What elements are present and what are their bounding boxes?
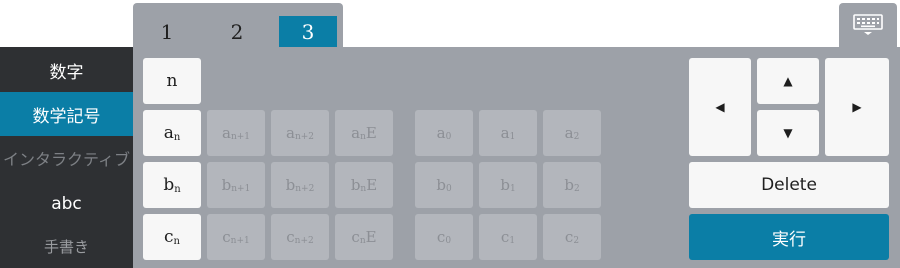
key-subscript: n+2 [295,184,315,194]
key-subscript: 2 [573,132,580,142]
key-subscript: 1 [509,184,516,194]
key-a-0: a0 [415,110,473,156]
key-b-2: b2 [543,162,601,208]
arrow-right-icon: ▶ [852,100,862,114]
key-subscript: 1 [509,236,516,246]
key-subscript: n [360,132,366,142]
key-c-n-e: cnE [335,214,393,260]
key-base: b [500,176,510,194]
key-base: c [500,228,510,246]
key-a-n-plus-1: a n+1 [207,110,265,156]
key-c-0: c0 [415,214,473,260]
key-base: c [436,228,446,246]
key-subscript: 0 [445,184,452,194]
key-b-n-plus-1: b n+1 [207,162,265,208]
delete-button[interactable]: Delete [689,162,889,208]
arrow-left-icon: ◀ [715,100,725,114]
key-subscript: 0 [445,132,452,142]
key-c-n[interactable]: cn [143,214,201,260]
run-button[interactable]: 実行 [689,214,889,260]
key-subscript: n [174,183,181,195]
key-base: c [286,228,295,246]
key-base: a [500,124,510,142]
key-a-n-plus-2: a n+2 [271,110,329,156]
key-b-n-e: bnE [335,162,393,208]
key-subscript: n [359,236,366,246]
key-subscript: 0 [445,236,452,246]
keyboard-toggle-button[interactable] [839,3,897,47]
key-base: b [564,176,574,194]
key-base: b [285,176,296,194]
key-suffix: E [365,124,377,142]
key-subscript: n+1 [230,236,250,246]
key-base: c [222,228,231,246]
key-n[interactable]: n [143,58,201,104]
keyboard-toggle-icon [853,14,883,35]
key-subscript: n [173,235,180,247]
key-subscript: 1 [509,132,516,142]
key-n-label: n [166,71,178,91]
key-c-n-plus-2: c n+2 [271,214,329,260]
key-base: a [436,124,446,142]
key-base: b [163,175,175,195]
sidebar-item-abc[interactable]: abc [0,182,133,226]
key-subscript: n+2 [294,236,314,246]
key-base: a [163,123,174,143]
key-b-0: b0 [415,162,473,208]
key-suffix: E [365,228,377,246]
key-base: c [164,227,174,247]
tab-3[interactable]: 3 [279,16,337,48]
key-base: a [564,124,574,142]
key-subscript: n+1 [231,184,251,194]
tab-1[interactable]: 1 [138,16,196,48]
key-suffix: E [366,176,378,194]
category-sidebar: 数字 数学記号 インタラクティブ abc 手書き [0,47,133,268]
key-a-n-e: anE [335,110,393,156]
key-base: c [351,228,360,246]
key-base: b [436,176,446,194]
page-tab-bar: 1 2 3 [133,3,343,48]
key-c-2: c2 [543,214,601,260]
cursor-right-button[interactable]: ▶ [825,58,889,156]
key-subscript: n [360,184,367,194]
cursor-down-button[interactable]: ▼ [757,110,819,156]
cursor-left-button[interactable]: ◀ [689,58,751,156]
key-a-2: a2 [543,110,601,156]
key-a-n[interactable]: an [143,110,201,156]
key-subscript: 2 [573,236,580,246]
key-b-n-plus-2: b n+2 [271,162,329,208]
sidebar-item-numbers[interactable]: 数字 [0,48,133,92]
key-subscript: 2 [573,184,580,194]
key-b-n[interactable]: bn [143,162,201,208]
run-button-label: 実行 [772,229,806,250]
key-c-n-plus-1: c n+1 [207,214,265,260]
delete-button-label: Delete [761,175,817,195]
key-base: a [221,124,231,142]
key-b-1: b1 [479,162,537,208]
tab-2[interactable]: 2 [208,16,266,48]
key-subscript: n+1 [230,132,251,142]
key-base: c [564,228,574,246]
sidebar-item-handwriting[interactable]: 手書き [0,224,133,268]
key-a-1: a1 [479,110,537,156]
key-base: a [285,124,295,142]
arrow-up-icon: ▲ [783,74,793,88]
key-base: b [350,176,361,194]
key-base: a [351,124,361,142]
key-subscript: n+2 [294,132,315,142]
sidebar-item-interactive[interactable]: インタラクティブ [0,136,133,180]
key-subscript: n [173,131,181,143]
cursor-up-button[interactable]: ▲ [757,58,819,104]
key-c-1: c1 [479,214,537,260]
arrow-down-icon: ▼ [783,126,793,140]
key-base: b [221,176,232,194]
sidebar-item-math-symbols[interactable]: 数学記号 [0,92,133,136]
